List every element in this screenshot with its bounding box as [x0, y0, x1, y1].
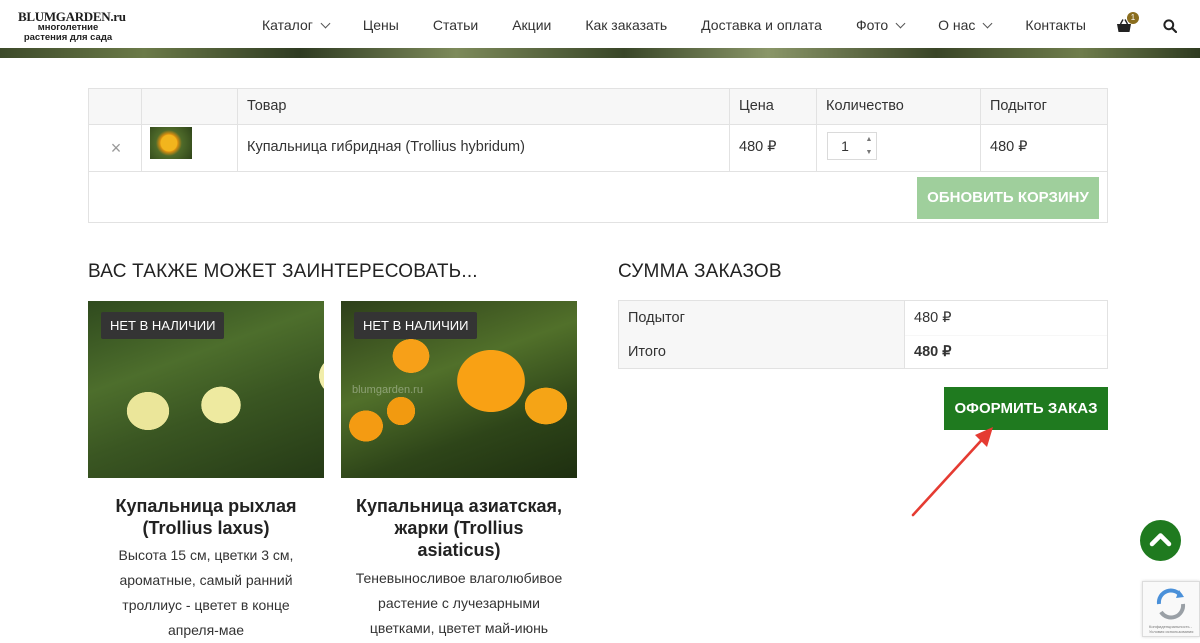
- nav-label: Акции: [512, 17, 552, 33]
- description-line: апреля-мае: [167, 622, 245, 638]
- product-title-line: Купальница рыхлая: [115, 496, 297, 516]
- recaptcha-badge[interactable]: Конфиденциальность - Условия использован…: [1142, 581, 1200, 637]
- order-totals-title: СУММА ЗАКАЗОВ: [618, 261, 782, 282]
- chevron-down-icon: [320, 18, 331, 28]
- product-title[interactable]: Купальница рыхлая (Trollius laxus): [88, 495, 324, 539]
- nav-label: Фото: [855, 17, 889, 33]
- search-icon[interactable]: [1163, 19, 1177, 33]
- cart-count-badge: 1: [1127, 12, 1139, 24]
- nav-label: Цены: [362, 17, 399, 33]
- table-divider: [729, 89, 730, 171]
- product-title[interactable]: Купальница азиатская, жарки (Trollius as…: [341, 495, 577, 561]
- related-products-title: ВАС ТАКЖЕ МОЖЕТ ЗАИНТЕРЕСОВАТЬ...: [88, 261, 478, 282]
- table-divider: [816, 89, 817, 171]
- table-divider: [141, 89, 142, 171]
- column-header-subtotal: Подытог: [990, 98, 1047, 114]
- total-label: Итого: [628, 344, 666, 360]
- remove-item-icon[interactable]: ×: [109, 139, 123, 157]
- out-of-stock-badge: НЕТ В НАЛИЧИИ: [354, 312, 478, 339]
- update-cart-button[interactable]: ОБНОВИТЬ КОРЗИНУ: [917, 177, 1099, 219]
- quantity-input[interactable]: 1: [828, 133, 862, 159]
- nav-item-articles[interactable]: Статьи: [433, 17, 478, 33]
- image-watermark: blumgarden.ru: [352, 384, 423, 396]
- description-line: растение с лучезарными: [378, 595, 540, 611]
- nav-item-prices[interactable]: Цены: [363, 17, 399, 33]
- product-thumbnail[interactable]: [150, 127, 192, 159]
- column-header-product: Товар: [247, 98, 287, 114]
- nav-item-catalog[interactable]: Каталог: [262, 17, 331, 33]
- total-value: 480 ₽: [914, 344, 952, 360]
- out-of-stock-badge: НЕТ В НАЛИЧИИ: [101, 312, 225, 339]
- site-logo[interactable]: BLUMGARDEN.ru многолетние растения для с…: [18, 9, 126, 43]
- product-title-line: asiaticus): [417, 540, 501, 560]
- subtotal-value: 480 ₽: [914, 310, 952, 326]
- annotation-arrow-icon: [911, 427, 993, 517]
- nav-item-photo[interactable]: Фото: [855, 17, 906, 33]
- chevron-down-icon: [982, 18, 993, 28]
- order-totals-table: Подытог 480 ₽ Итого 480 ₽: [618, 300, 1108, 369]
- table-divider: [980, 89, 981, 171]
- cart-item-name[interactable]: Купальница гибридная (Trollius hybridum): [247, 139, 525, 155]
- chevron-down-icon[interactable]: ▼: [862, 146, 876, 159]
- cart-table: Товар Цена Количество Подытог × Купальни…: [88, 88, 1108, 223]
- cart-table-header: [89, 89, 1107, 125]
- nav-item-delivery[interactable]: Доставка и оплата: [701, 17, 822, 33]
- description-line: цветками, цветет май-июнь: [369, 620, 549, 636]
- nav-label: Контакты: [1025, 17, 1086, 33]
- cart-item-price: 480 ₽: [739, 139, 777, 155]
- product-title-line: Купальница азиатская,: [356, 496, 562, 516]
- nav-item-how-to-order[interactable]: Как заказать: [585, 17, 667, 33]
- nav-label: Статьи: [432, 17, 479, 33]
- description-line: Высота 15 см, цветки 3 см,: [118, 547, 294, 563]
- cart-item-subtotal: 480 ₽: [990, 139, 1028, 155]
- nav-label: Доставка и оплата: [701, 17, 822, 33]
- row-divider: [89, 171, 1107, 172]
- chevron-down-icon: [895, 18, 906, 28]
- nav-label: Каталог: [262, 17, 313, 33]
- nav-label: О нас: [938, 17, 976, 33]
- nav-item-promotions[interactable]: Акции: [512, 17, 551, 33]
- quantity-stepper[interactable]: 1 ▲ ▼: [827, 132, 877, 160]
- column-header-quantity: Количество: [826, 98, 904, 114]
- column-header-price: Цена: [739, 98, 774, 114]
- chevron-up-icon: [1149, 533, 1172, 547]
- nav-item-about[interactable]: О нас: [938, 17, 993, 33]
- header-banner-image: [0, 48, 1200, 58]
- nav-label: Как заказать: [585, 17, 668, 33]
- logo-tld: .ru: [110, 9, 126, 24]
- description-line: ароматные, самый ранний: [119, 572, 293, 588]
- description-line: троллиус - цветет в конце: [122, 597, 290, 613]
- scroll-to-top-button[interactable]: [1140, 520, 1181, 561]
- subtotal-label: Подытог: [628, 310, 685, 326]
- table-divider: [904, 301, 905, 368]
- product-description: Теневыносливое влаголюбивое растение с л…: [341, 566, 577, 641]
- description-line: Теневыносливое влаголюбивое: [355, 570, 563, 586]
- product-title-line: жарки (Trollius: [394, 518, 524, 538]
- recaptcha-text: Конфиденциальность - Условия использован…: [1149, 624, 1194, 634]
- product-description: Высота 15 см, цветки 3 см, ароматные, са…: [88, 543, 324, 643]
- nav-item-contacts[interactable]: Контакты: [1025, 17, 1085, 33]
- chevron-up-icon[interactable]: ▲: [862, 133, 876, 146]
- table-divider: [237, 89, 238, 171]
- logo-tagline: многолетние растения для сада: [23, 22, 113, 43]
- product-title-line: (Trollius laxus): [142, 518, 270, 538]
- main-nav: Каталог Цены Статьи Акции Как заказать Д…: [262, 0, 1120, 50]
- recaptcha-icon: [1156, 588, 1186, 620]
- site-header: BLUMGARDEN.ru многолетние растения для с…: [0, 0, 1200, 50]
